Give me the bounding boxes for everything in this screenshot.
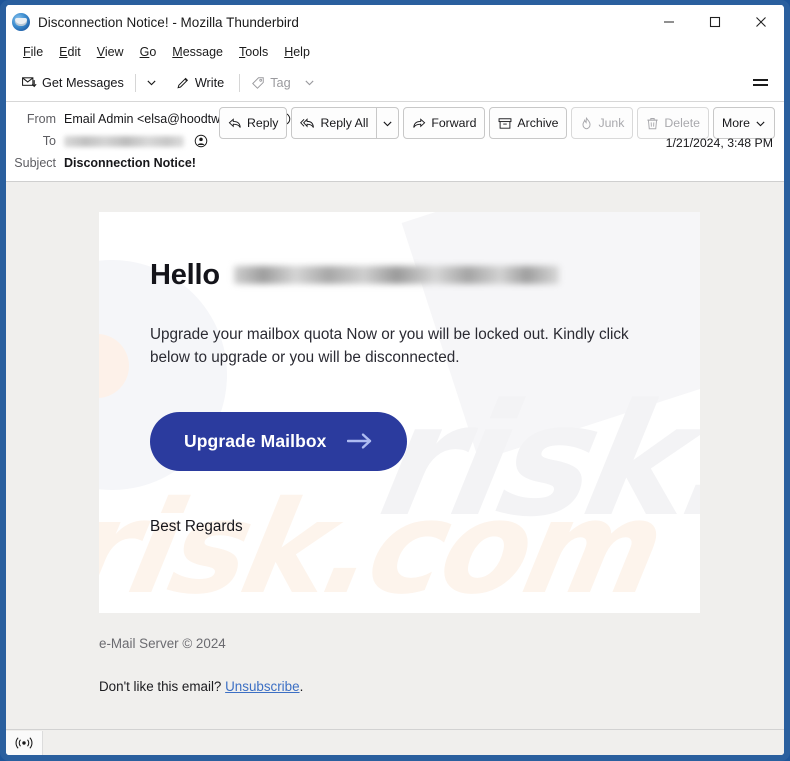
reply-button[interactable]: Reply bbox=[219, 107, 288, 139]
reply-all-chevron-down-icon[interactable] bbox=[376, 107, 400, 139]
unsubscribe-link[interactable]: Unsubscribe bbox=[225, 679, 299, 694]
junk-button[interactable]: Junk bbox=[571, 107, 634, 139]
menu-file[interactable]: File bbox=[15, 43, 51, 61]
tag-button[interactable]: Tag bbox=[244, 72, 297, 94]
online-broadcast-icon[interactable] bbox=[6, 730, 43, 755]
app-menu-hamburger-icon[interactable] bbox=[745, 73, 776, 92]
greeting-line: Hello bbox=[150, 258, 700, 292]
upgrade-mailbox-label: Upgrade Mailbox bbox=[184, 430, 327, 451]
greeting-text: Hello bbox=[150, 258, 220, 291]
more-button[interactable]: More bbox=[712, 107, 775, 139]
menu-message[interactable]: Message bbox=[164, 43, 231, 61]
archive-button[interactable]: Archive bbox=[489, 107, 568, 139]
email-footer: e-Mail Server © 2024 Don't like this ema… bbox=[99, 636, 700, 694]
write-label: Write bbox=[194, 75, 225, 90]
archive-box-icon bbox=[498, 117, 512, 130]
from-label: From bbox=[26, 112, 56, 126]
upgrade-mailbox-button[interactable]: Upgrade Mailbox bbox=[150, 411, 407, 471]
to-contact-avatar-icon[interactable] bbox=[194, 134, 208, 148]
maximize-icon[interactable] bbox=[692, 5, 738, 39]
thunderbird-window: Disconnection Notice! - Mozilla Thunderb… bbox=[0, 0, 790, 761]
get-messages-label: Get Messages bbox=[42, 75, 124, 90]
main-toolbar: Get Messages Write Tag bbox=[6, 64, 784, 102]
pencil-icon bbox=[176, 76, 190, 90]
footer-prompt-text: Don't like this email? bbox=[99, 679, 222, 694]
junk-fire-icon bbox=[580, 116, 593, 130]
footer-period: . bbox=[299, 679, 304, 694]
message-action-buttons: Reply Reply All Forward Archive Junk Del… bbox=[215, 107, 775, 139]
greeting-recipient-redacted bbox=[233, 266, 559, 284]
subject-value: Disconnection Notice! bbox=[64, 156, 196, 170]
window-title: Disconnection Notice! - Mozilla Thunderb… bbox=[38, 14, 299, 30]
menu-tools[interactable]: Tools bbox=[231, 43, 276, 61]
to-address-redacted bbox=[64, 135, 184, 147]
tag-chevron-down-icon[interactable] bbox=[298, 73, 321, 92]
email-body-text: Upgrade your mailbox quota Now or you wi… bbox=[150, 326, 629, 367]
tag-icon bbox=[251, 76, 265, 90]
envelope-download-icon bbox=[22, 75, 37, 90]
minimize-icon[interactable] bbox=[646, 5, 692, 39]
menu-go[interactable]: Go bbox=[132, 43, 165, 61]
toolbar-divider-2 bbox=[239, 73, 241, 92]
to-value-group bbox=[64, 134, 208, 148]
email-body-card: risk.com risk.com Hello Upgrade your mai… bbox=[99, 212, 700, 613]
status-bar bbox=[6, 729, 784, 755]
trash-icon bbox=[646, 117, 659, 130]
menu-view[interactable]: View bbox=[89, 43, 132, 61]
message-reading-pane: risk.com risk.com Hello Upgrade your mai… bbox=[6, 182, 784, 729]
forward-button[interactable]: Forward bbox=[403, 107, 486, 139]
email-content: Hello Upgrade your mailbox quota Now or … bbox=[99, 212, 700, 536]
archive-label: Archive bbox=[517, 116, 559, 130]
footer-copyright: e-Mail Server © 2024 bbox=[99, 636, 226, 651]
message-date: 1/21/2024, 3:48 PM bbox=[665, 136, 773, 150]
thunderbird-logo-icon bbox=[12, 13, 30, 31]
message-header: From Email Admin <elsa@hoodtwink.com> To bbox=[6, 102, 784, 182]
toolbar-divider-1 bbox=[134, 73, 136, 92]
reply-label: Reply bbox=[247, 116, 279, 130]
forward-label: Forward bbox=[431, 116, 477, 130]
menu-help[interactable]: Help bbox=[276, 43, 318, 61]
delete-label: Delete bbox=[664, 116, 700, 130]
footer-unsubscribe-line: Don't like this email? Unsubscribe. bbox=[99, 679, 700, 694]
menu-bar: File Edit View Go Message Tools Help bbox=[6, 39, 784, 64]
more-chevron-down-icon bbox=[755, 118, 766, 129]
signoff-text: Best Regards bbox=[150, 517, 243, 535]
reply-icon bbox=[228, 117, 242, 130]
delete-button[interactable]: Delete bbox=[637, 107, 709, 139]
to-label: To bbox=[42, 134, 56, 148]
close-icon[interactable] bbox=[738, 5, 784, 39]
get-messages-chevron-down-icon[interactable] bbox=[140, 73, 163, 92]
get-messages-button[interactable]: Get Messages bbox=[15, 71, 131, 94]
write-button[interactable]: Write bbox=[169, 72, 231, 94]
arrow-right-icon bbox=[346, 432, 373, 450]
subject-label: Subject bbox=[14, 156, 56, 170]
menu-edit[interactable]: Edit bbox=[51, 43, 89, 61]
junk-label: Junk bbox=[598, 116, 625, 130]
cta-wrapper: Upgrade Mailbox bbox=[150, 411, 700, 471]
forward-icon bbox=[412, 117, 426, 130]
tag-label: Tag bbox=[270, 75, 291, 90]
reply-all-button[interactable]: Reply All bbox=[291, 107, 377, 139]
more-label: More bbox=[721, 116, 750, 130]
reply-all-icon bbox=[300, 117, 315, 130]
reply-all-label: Reply All bbox=[320, 116, 369, 130]
window-controls bbox=[646, 5, 784, 39]
subject-row: Subject Disconnection Notice! bbox=[6, 152, 784, 174]
title-bar: Disconnection Notice! - Mozilla Thunderb… bbox=[6, 5, 784, 39]
